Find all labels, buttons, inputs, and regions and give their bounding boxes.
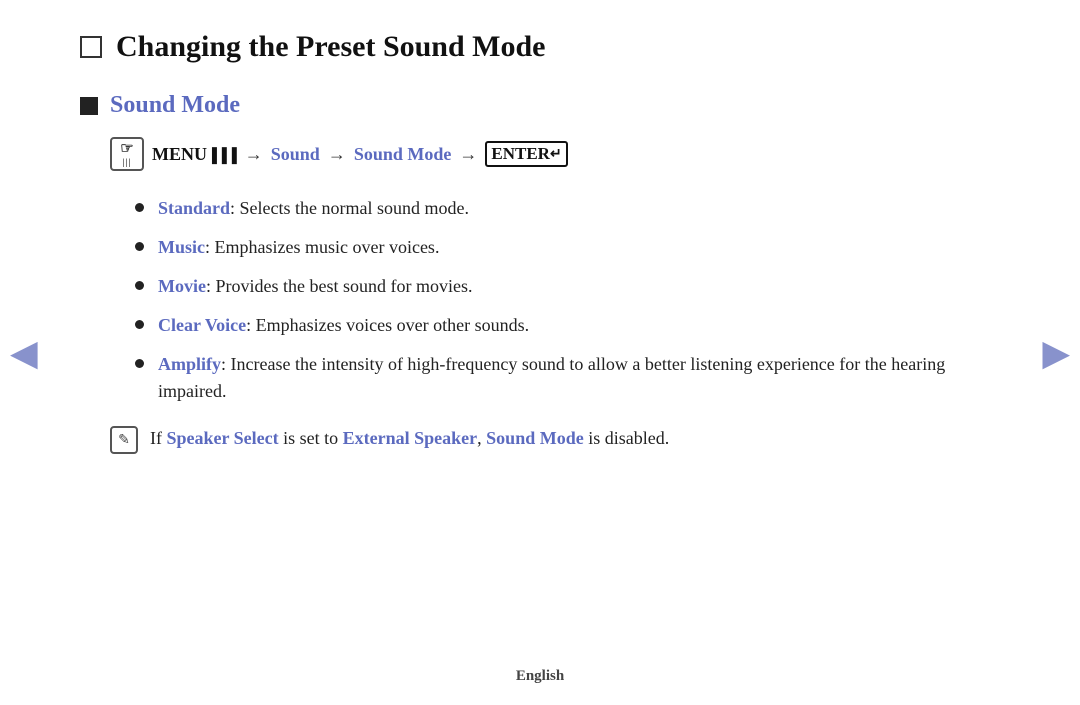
bullet-term: Clear Voice <box>158 315 246 335</box>
bullet-term: Standard <box>158 198 230 218</box>
nav-arrow-left[interactable]: ◀ <box>10 332 38 374</box>
arrow-3: → <box>459 144 477 165</box>
bullet-content: Music: Emphasizes music over voices. <box>158 234 439 261</box>
section-header: Sound Mode <box>80 92 1000 119</box>
footer-language: English <box>516 668 564 685</box>
list-item: Clear Voice: Emphasizes voices over othe… <box>135 312 1000 339</box>
enter-box: ENTER↵ <box>485 141 567 167</box>
external-speaker-link: External Speaker <box>343 428 478 448</box>
note-text: If Speaker Select is set to External Spe… <box>150 425 669 452</box>
bullet-term: Amplify <box>158 354 221 374</box>
arrow-1: → <box>245 144 263 165</box>
main-title-text: Changing the Preset Sound Mode <box>116 30 546 64</box>
main-title-row: Changing the Preset Sound Mode <box>80 30 1000 64</box>
bullet-term: Music <box>158 237 205 257</box>
note-icon: ✎ <box>110 426 138 454</box>
sound-mode-link-note: Sound Mode <box>486 428 584 448</box>
menu-path-row: ☞ ||| MENU▐▐▐ → Sound → Sound Mode → ENT… <box>110 137 1000 171</box>
bullet-dot <box>135 281 144 290</box>
menu-label: MENU▐▐▐ <box>152 144 237 165</box>
checkbox-icon <box>80 36 102 58</box>
bullet-content: Clear Voice: Emphasizes voices over othe… <box>158 312 529 339</box>
bullet-content: Movie: Provides the best sound for movie… <box>158 273 472 300</box>
bullet-content: Standard: Selects the normal sound mode. <box>158 195 469 222</box>
bullet-dot <box>135 320 144 329</box>
sound-link: Sound <box>271 144 320 165</box>
enter-label: ENTER↵ <box>485 141 567 167</box>
bullet-dot <box>135 203 144 212</box>
bullet-dot <box>135 359 144 368</box>
arrow-2: → <box>328 144 346 165</box>
menu-icon: ☞ ||| <box>110 137 144 171</box>
nav-arrow-right[interactable]: ▶ <box>1042 332 1070 374</box>
sound-mode-link: Sound Mode <box>354 144 452 165</box>
speaker-select-link: Speaker Select <box>167 428 279 448</box>
list-item: Amplify: Increase the intensity of high-… <box>135 351 1000 405</box>
bullet-list: Standard: Selects the normal sound mode.… <box>135 195 1000 405</box>
note-row: ✎ If Speaker Select is set to External S… <box>110 425 1000 454</box>
bullet-dot <box>135 242 144 251</box>
section-title: Sound Mode <box>110 92 240 119</box>
bullet-term: Movie <box>158 276 206 296</box>
black-square-icon <box>80 97 98 115</box>
list-item: Standard: Selects the normal sound mode. <box>135 195 1000 222</box>
bullet-content: Amplify: Increase the intensity of high-… <box>158 351 1000 405</box>
list-item: Music: Emphasizes music over voices. <box>135 234 1000 261</box>
list-item: Movie: Provides the best sound for movie… <box>135 273 1000 300</box>
